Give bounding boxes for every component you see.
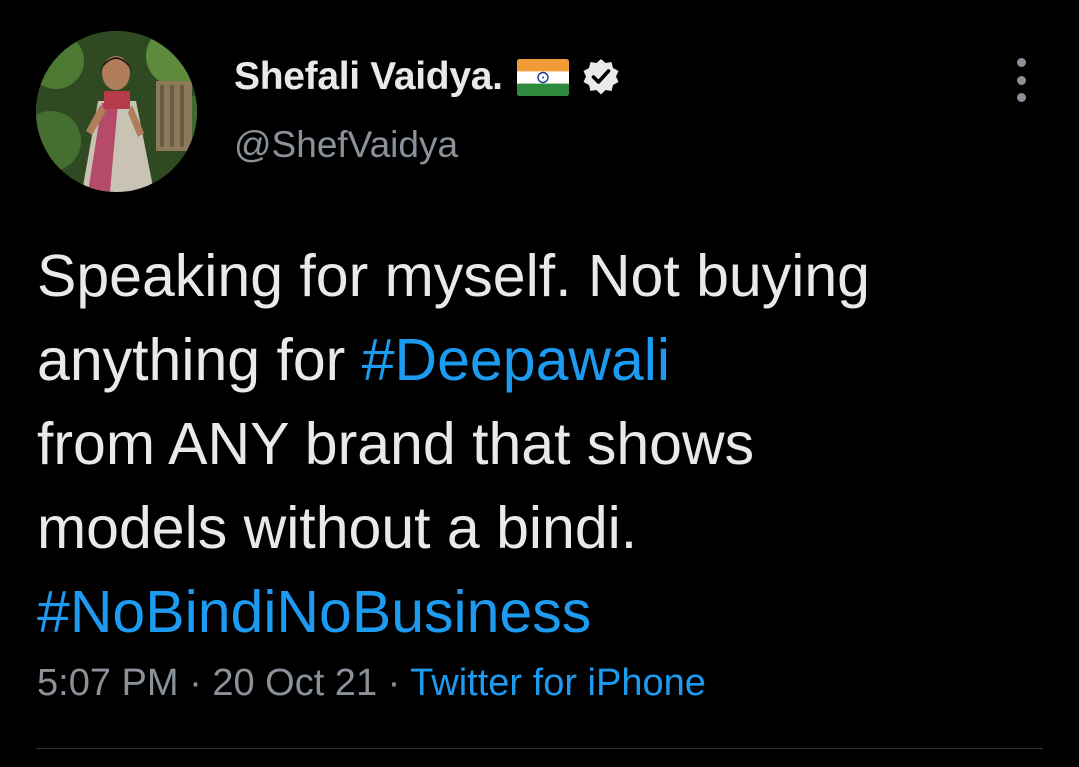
tweet-text: Speaking for myself. Not buying anything … <box>37 234 1047 654</box>
meta-separator: · <box>377 662 411 704</box>
avatar[interactable] <box>36 31 197 192</box>
hashtag-link[interactable]: #NoBindiNoBusiness <box>37 579 591 645</box>
tweet-text-line: models without a bindi. <box>37 486 1047 570</box>
tweet-meta: 5:07 PM · 20 Oct 21 · Twitter for iPhone <box>37 662 706 705</box>
more-dot-icon <box>1016 58 1026 67</box>
tweet-source-link[interactable]: Twitter for iPhone <box>410 662 706 704</box>
more-options-button[interactable] <box>1006 58 1036 102</box>
avatar-photo <box>36 31 197 192</box>
tweet-date[interactable]: 20 Oct 21 <box>212 662 377 704</box>
tweet-text-segment: anything for <box>37 327 362 393</box>
display-name[interactable]: Shefali Vaidya. <box>234 55 503 99</box>
more-dot-icon <box>1016 93 1026 102</box>
verified-badge-icon <box>581 57 621 97</box>
tweet-text-segment: from ANY brand that shows <box>37 411 755 477</box>
hashtag-link[interactable]: #Deepawali <box>362 327 670 393</box>
tweet-text-segment: Speaking for myself. Not buying <box>37 243 870 309</box>
tweet-time[interactable]: 5:07 PM <box>37 662 179 704</box>
tweet-text-line: #NoBindiNoBusiness <box>37 570 1047 654</box>
tweet-text-line: Speaking for myself. Not buying <box>37 234 1047 318</box>
more-dot-icon <box>1016 75 1026 85</box>
tweet-text-line: anything for #Deepawali <box>37 318 1047 402</box>
author-handle[interactable]: @ShefVaidya <box>234 124 458 166</box>
india-flag-icon <box>516 58 569 96</box>
tweet: Shefali Vaidya. @ShefVaidya Speaking for <box>0 0 1079 767</box>
tweet-text-segment: models without a bindi. <box>37 495 638 561</box>
meta-separator: · <box>178 662 213 704</box>
divider <box>36 748 1043 749</box>
author-row: Shefali Vaidya. <box>234 52 621 102</box>
tweet-text-line: from ANY brand that shows <box>37 402 1047 486</box>
